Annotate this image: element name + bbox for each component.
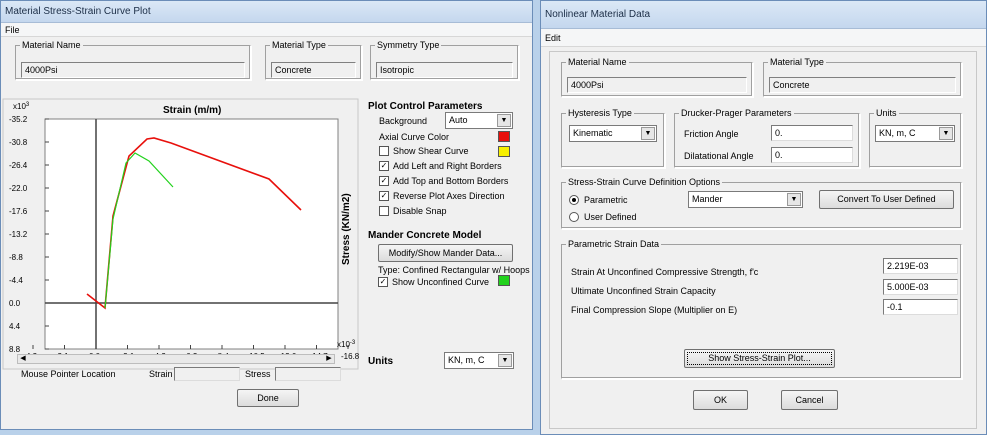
units-value: KN, m, C: [448, 355, 485, 365]
left-window-title: Material Stress-Strain Curve Plot: [1, 1, 532, 23]
ultimate-strain-input[interactable]: 5.000E-03: [883, 279, 958, 295]
disable-snap-checkbox[interactable]: Disable Snap: [379, 206, 447, 216]
mander-type-text: Type: Confined Rectangular w/ Hoops: [378, 265, 530, 275]
add-left-right-borders-checkbox[interactable]: ✓ Add Left and Right Borders: [379, 161, 502, 171]
right-material-name-field: 4000Psi: [567, 77, 747, 93]
material-name-field: 4000Psi: [21, 62, 245, 78]
stress-strain-plot[interactable]: 4.22.10.0-2.1-4.2-6.3-8.4-10.5-12.6-14.7…: [1, 97, 361, 372]
chevron-down-icon: ▼: [787, 193, 801, 206]
y-tick-label: 8.8: [9, 345, 21, 354]
left-menubar: File: [1, 23, 532, 37]
hysteresis-label: Hysteresis Type: [566, 108, 634, 118]
user-defined-radio[interactable]: User Defined: [569, 212, 637, 222]
right-menubar: Edit: [541, 29, 986, 47]
symmetry-type-label: Symmetry Type: [375, 40, 442, 50]
right-window-title: Nonlinear Material Data: [541, 1, 986, 29]
y-tick-label: -26.4: [9, 161, 28, 170]
stress-strain-plot-window: Material Stress-Strain Curve Plot File M…: [0, 0, 533, 430]
friction-angle-label: Friction Angle: [684, 129, 739, 139]
chevron-down-icon: ▼: [939, 127, 953, 140]
menu-file[interactable]: File: [5, 25, 20, 35]
background-label: Background: [379, 116, 428, 126]
symmetry-type-field: Isotropic: [376, 62, 513, 78]
y-tick-label: 4.4: [9, 322, 21, 331]
right-units-value: KN, m, C: [879, 128, 916, 138]
background-select[interactable]: Auto ▼: [445, 112, 513, 129]
final-slope-label: Final Compression Slope (Multiplier on E…: [571, 305, 738, 315]
plot-control-header: Plot Control Parameters: [368, 101, 483, 112]
axial-color-swatch[interactable]: [498, 131, 510, 142]
shear-color-swatch[interactable]: [498, 146, 510, 157]
y-tick-label: -8.8: [9, 253, 23, 262]
right-material-name-label: Material Name: [566, 57, 629, 67]
y-tick-label: -30.8: [9, 138, 28, 147]
menu-edit[interactable]: Edit: [545, 33, 561, 43]
plot-area: [44, 118, 339, 350]
hysteresis-select[interactable]: Kinematic ▼: [569, 125, 657, 142]
show-unconfined-checkbox[interactable]: ✓ Show Unconfined Curve: [378, 277, 489, 287]
dilatational-angle-label: Dilatational Angle: [684, 151, 754, 161]
background-value: Auto: [449, 115, 468, 125]
plot-scrollbar[interactable]: ◀ ▶: [17, 354, 335, 364]
y-tick-label: -22.0: [9, 184, 28, 193]
axial-color-label: Axial Curve Color: [379, 132, 450, 142]
units-select[interactable]: KN, m, C ▼: [444, 352, 514, 369]
y-tick-label: -35.2: [9, 115, 28, 124]
cancel-button[interactable]: Cancel: [781, 390, 838, 410]
ultimate-strain-label: Ultimate Unconfined Strain Capacity: [571, 286, 716, 296]
dilatational-angle-input[interactable]: 0.: [771, 147, 853, 163]
friction-angle-input[interactable]: 0.: [771, 125, 853, 141]
done-button[interactable]: Done: [237, 389, 299, 407]
stress-readout-label: Stress: [245, 369, 271, 379]
scroll-left-arrow[interactable]: ◀: [18, 355, 28, 363]
nonlinear-material-data-window: Nonlinear Material Data Edit Material Na…: [540, 0, 987, 435]
curve-model-value: Mander: [692, 194, 723, 204]
strain-readout-field: [174, 367, 240, 381]
add-top-bottom-borders-checkbox[interactable]: ✓ Add Top and Bottom Borders: [379, 176, 508, 186]
material-type-label: Material Type: [270, 40, 328, 50]
stress-readout-field: [275, 367, 341, 381]
y-axis-title: Stress (KN/m2): [341, 193, 352, 265]
units-label: Units: [368, 356, 393, 367]
right-units-label: Units: [874, 108, 899, 118]
hysteresis-value: Kinematic: [573, 128, 613, 138]
material-type-field: Concrete: [271, 62, 356, 78]
right-material-type-field: Concrete: [769, 77, 956, 93]
material-name-label: Material Name: [20, 40, 83, 50]
reverse-axes-checkbox[interactable]: ✓ Reverse Plot Axes Direction: [379, 191, 505, 201]
mouse-pointer-label: Mouse Pointer Location: [21, 369, 116, 379]
modify-mander-button[interactable]: Modify/Show Mander Data...: [378, 244, 513, 262]
x-tick-label: -16.8: [341, 352, 360, 361]
y-tick-label: -13.2: [9, 230, 28, 239]
scroll-right-arrow[interactable]: ▶: [324, 355, 334, 363]
mander-header: Mander Concrete Model: [368, 230, 482, 241]
x-axis-title: Strain (m/m): [163, 105, 221, 116]
chevron-down-icon: ▼: [497, 114, 511, 127]
right-material-type-label: Material Type: [768, 57, 826, 67]
y-tick-label: -4.4: [9, 276, 23, 285]
curve-model-select[interactable]: Mander ▼: [688, 191, 803, 208]
unconfined-color-swatch[interactable]: [498, 275, 510, 286]
y-tick-label: 0.0: [9, 299, 21, 308]
y-tick-label: -17.6: [9, 207, 28, 216]
curve-definition-label: Stress-Strain Curve Definition Options: [566, 177, 723, 187]
parametric-radio[interactable]: Parametric: [569, 195, 628, 205]
right-units-select[interactable]: KN, m, C ▼: [875, 125, 955, 142]
convert-to-user-defined-button[interactable]: Convert To User Defined: [819, 190, 954, 209]
strain-unconfined-input[interactable]: 2.219E-03: [883, 258, 958, 274]
chevron-down-icon: ▼: [641, 127, 655, 140]
chevron-down-icon: ▼: [498, 354, 512, 367]
show-shear-checkbox[interactable]: Show Shear Curve: [379, 146, 469, 156]
strain-readout-label: Strain: [149, 369, 173, 379]
final-slope-input[interactable]: -0.1: [883, 299, 958, 315]
strain-unconfined-label: Strain At Unconfined Compressive Strengt…: [571, 267, 759, 277]
show-stress-strain-plot-button[interactable]: Show Stress-Strain Plot...: [684, 349, 835, 368]
ok-button[interactable]: OK: [693, 390, 748, 410]
parametric-strain-data-label: Parametric Strain Data: [566, 239, 662, 249]
drucker-prager-label: Drucker-Prager Parameters: [679, 108, 794, 118]
